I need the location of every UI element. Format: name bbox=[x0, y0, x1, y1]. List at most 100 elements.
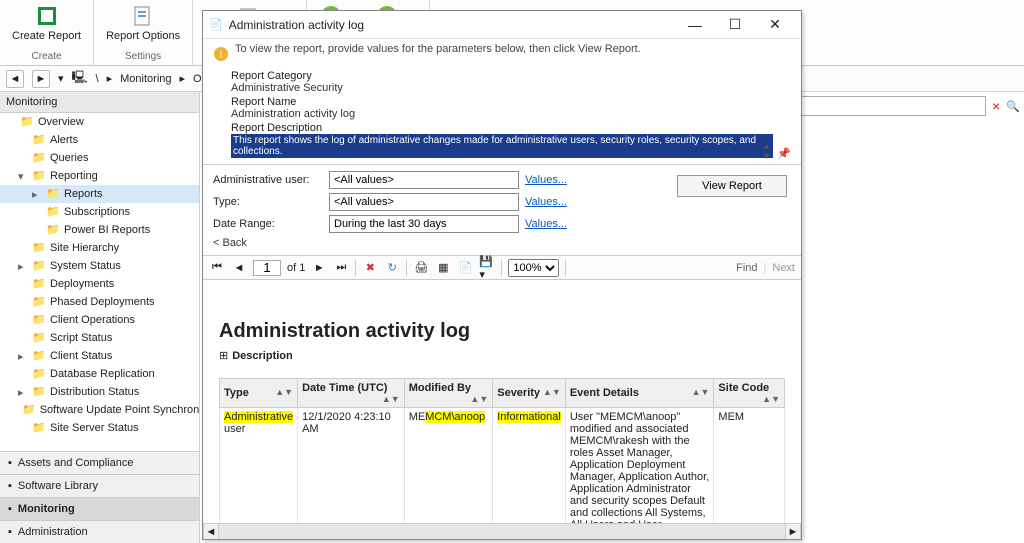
tree-item-queries[interactable]: 📁Queries bbox=[0, 149, 199, 167]
print-button[interactable]: 🖨 bbox=[413, 260, 429, 276]
subscription-icon: 📁 bbox=[46, 205, 60, 219]
tree-item-alerts[interactable]: 📁Alerts bbox=[0, 131, 199, 149]
stop-button[interactable]: ✖ bbox=[362, 260, 378, 276]
clear-search-icon[interactable]: × bbox=[992, 98, 1000, 114]
powerbi-icon: 📁 bbox=[46, 223, 60, 237]
tree-item-phased-deployments[interactable]: 📁Phased Deployments bbox=[0, 293, 199, 311]
back-link[interactable]: < Back bbox=[213, 237, 323, 249]
wunderbar-monitoring[interactable]: ▪Monitoring bbox=[0, 497, 199, 520]
sort-icon: ▲▼ bbox=[543, 387, 561, 397]
expander-icon: ▸ bbox=[18, 350, 28, 363]
col-site-code[interactable]: Site Code▲▼ bbox=[714, 379, 785, 408]
report-body: Administration activity log ⊞ Descriptio… bbox=[203, 280, 801, 523]
create-report-button[interactable]: Create Report bbox=[8, 2, 85, 44]
description-toggle[interactable]: ⊞ Description bbox=[219, 349, 785, 362]
wunderbar-software-library[interactable]: ▪Software Library bbox=[0, 474, 199, 497]
wunderbar-assets-and-compliance[interactable]: ▪Assets and Compliance bbox=[0, 451, 199, 474]
report-title: Administration activity log bbox=[219, 320, 785, 343]
sort-icon: ▲▼ bbox=[470, 394, 488, 404]
tree-item-overview[interactable]: 📁Overview bbox=[0, 113, 199, 131]
maximize-button[interactable]: ☐ bbox=[715, 13, 755, 37]
clientop-icon: 📁 bbox=[32, 313, 46, 327]
collapse-expand-icon[interactable]: ▲▼ bbox=[762, 141, 771, 161]
page-number-input[interactable] bbox=[253, 260, 281, 276]
close-button[interactable]: ✕ bbox=[755, 13, 795, 37]
next-page-button[interactable]: ► bbox=[311, 260, 327, 276]
tree-item-deployments[interactable]: 📁Deployments bbox=[0, 275, 199, 293]
ribbon-group-settings: Settings bbox=[125, 50, 161, 65]
cell-details: User "MEMCM\anoop" modified and associat… bbox=[565, 408, 714, 524]
col-modified-by[interactable]: Modified By▲▼ bbox=[404, 379, 493, 408]
folder-icon: 📁 bbox=[32, 349, 46, 363]
cell-type-hl: Administrative bbox=[224, 411, 293, 423]
tree-item-script-status[interactable]: 📁Script Status bbox=[0, 329, 199, 347]
tree-item-client-operations[interactable]: 📁Client Operations bbox=[0, 311, 199, 329]
tree-item-software-update-point-synchronization-sta[interactable]: 📁Software Update Point Synchronization S… bbox=[0, 401, 199, 419]
view-report-button[interactable]: View Report bbox=[677, 175, 787, 197]
param-range-values-link[interactable]: Values... bbox=[525, 218, 595, 230]
find-button[interactable]: Find bbox=[736, 262, 757, 274]
param-range-label: Date Range: bbox=[213, 218, 323, 230]
tree-item-client-status[interactable]: ▸📁Client Status bbox=[0, 347, 199, 365]
breadcrumb-item[interactable]: Monitoring bbox=[120, 73, 171, 85]
page-setup-button[interactable]: 📄 bbox=[457, 260, 473, 276]
dialog-icon: 📄 bbox=[209, 18, 223, 31]
section-icon: ▪ bbox=[8, 480, 12, 492]
param-type-input[interactable] bbox=[329, 193, 519, 211]
zoom-select[interactable]: 100% bbox=[508, 259, 559, 277]
expander-icon: ▾ bbox=[18, 170, 28, 183]
tree-item-subscriptions[interactable]: 📁Subscriptions bbox=[0, 203, 199, 221]
export-button[interactable]: 💾▾ bbox=[479, 260, 495, 276]
query-icon: 📁 bbox=[32, 151, 46, 165]
param-user-input[interactable] bbox=[329, 171, 519, 189]
tree-item-reports[interactable]: ▸📁Reports bbox=[0, 185, 199, 203]
tree-item-system-status[interactable]: ▸📁System Status bbox=[0, 257, 199, 275]
meta-desc-value: This report shows the log of administrat… bbox=[231, 134, 773, 158]
find-next-button[interactable]: Next bbox=[772, 262, 795, 274]
col-type[interactable]: Type▲▼ bbox=[220, 379, 298, 408]
server-icon: 📁 bbox=[32, 421, 46, 435]
tree-item-distribution-status[interactable]: ▸📁Distribution Status bbox=[0, 383, 199, 401]
tree-item-database-replication[interactable]: 📁Database Replication bbox=[0, 365, 199, 383]
dialog-hint: To view the report, provide values for t… bbox=[235, 43, 641, 55]
expander-icon: ▸ bbox=[18, 260, 28, 273]
horizontal-scrollbar[interactable]: ◄► bbox=[203, 523, 801, 539]
nav-fwd-button[interactable]: ► bbox=[32, 70, 50, 88]
wunderbar-administration[interactable]: ▪Administration bbox=[0, 520, 199, 543]
sort-icon: ▲▼ bbox=[762, 394, 780, 404]
tree-item-site-server-status[interactable]: 📁Site Server Status bbox=[0, 419, 199, 437]
report-options-button[interactable]: Report Options bbox=[102, 2, 184, 44]
last-page-button[interactable]: ⏭ bbox=[333, 260, 349, 276]
col-date-time-utc-[interactable]: Date Time (UTC)▲▼ bbox=[298, 379, 405, 408]
section-icon: ▪ bbox=[8, 503, 12, 515]
param-type-values-link[interactable]: Values... bbox=[525, 196, 595, 208]
pin-icon[interactable]: 📌 bbox=[777, 147, 791, 160]
meta-name-value: Administration activity log bbox=[231, 108, 773, 120]
nav-tree: 📁Overview📁Alerts📁Queries▾📁Reporting▸📁Rep… bbox=[0, 113, 199, 451]
first-page-button[interactable]: ⏮ bbox=[209, 260, 225, 276]
expander-icon: ▸ bbox=[32, 188, 42, 201]
param-range-input[interactable] bbox=[329, 215, 519, 233]
search-icon[interactable]: 🔍 bbox=[1006, 100, 1020, 113]
report-dialog: 📄 Administration activity log — ☐ ✕ i To… bbox=[202, 10, 802, 540]
ribbon-group-create: Create bbox=[32, 50, 62, 65]
refresh-button[interactable]: ↻ bbox=[384, 260, 400, 276]
tree-item-reporting[interactable]: ▾📁Reporting bbox=[0, 167, 199, 185]
nav-back-button[interactable]: ◄ bbox=[6, 70, 24, 88]
param-user-values-link[interactable]: Values... bbox=[525, 174, 595, 186]
print-layout-button[interactable]: ▦ bbox=[435, 260, 451, 276]
col-event-details[interactable]: Event Details▲▼ bbox=[565, 379, 714, 408]
deploy-icon: 📁 bbox=[32, 277, 46, 291]
report-options-label: Report Options bbox=[106, 30, 180, 42]
minimize-button[interactable]: — bbox=[675, 13, 715, 37]
nav-header: Monitoring bbox=[0, 92, 199, 113]
col-severity[interactable]: Severity▲▼ bbox=[493, 379, 566, 408]
tree-item-site-hierarchy[interactable]: 📁Site Hierarchy bbox=[0, 239, 199, 257]
history-dropdown[interactable]: ▾ bbox=[58, 72, 64, 85]
prev-page-button[interactable]: ◄ bbox=[231, 260, 247, 276]
db-icon: 📁 bbox=[32, 367, 46, 381]
folder-icon: 📁 bbox=[32, 133, 46, 147]
tree-item-power-bi-reports[interactable]: 📁Power BI Reports bbox=[0, 221, 199, 239]
sort-icon: ▲▼ bbox=[382, 394, 400, 404]
hierarchy-icon: 📁 bbox=[32, 241, 46, 255]
